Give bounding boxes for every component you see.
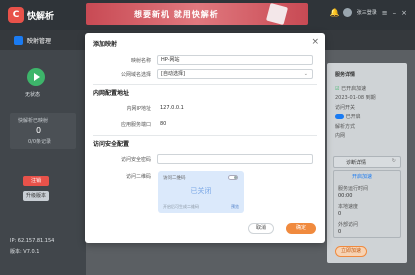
add-mapping-dialog: 添加映射 × 映射名称 HP-网站 公网域名选择 [自动选择] ⌄ 内网配置地址 … [85, 33, 325, 243]
banner-text: 想要新机 就用快解析 [134, 10, 219, 19]
tab-mapping[interactable]: 映射管理 [14, 32, 51, 48]
password-input[interactable] [157, 154, 313, 164]
service-name-input[interactable]: HP-网站 [157, 55, 313, 65]
rp-title: 服务详情 [335, 72, 356, 78]
app-logo: C 快解析 [8, 7, 54, 23]
ip-label: IP: 62.157.81.154 [10, 238, 55, 244]
port-input[interactable]: 80 [160, 121, 166, 127]
rp-checkbox[interactable]: ☑ 已开启加速 [335, 85, 366, 92]
stat-card: 快解析已映射 0 0/0条记录 [10, 113, 76, 149]
port-label: 应用服务端口 [120, 122, 151, 128]
dialog-title: 添加映射 [93, 41, 118, 48]
rp-label-a: 访问开关 [335, 105, 356, 111]
rp-date: 2023-01-08 到期 [335, 95, 376, 101]
public-domain-label: 公网域名选择 [120, 72, 151, 78]
play-icon[interactable] [27, 68, 45, 86]
rp-stat3-value: 0 [338, 229, 342, 235]
qr-hint: 开启后可生成二维码 [163, 204, 199, 209]
rp-sub-label[interactable]: 开启加速 [352, 173, 372, 180]
rp-label-c: 解析方式 [335, 124, 356, 130]
close-window-icon[interactable]: × [401, 9, 407, 17]
rp-stat1-value: 00:00 [338, 193, 353, 199]
rp-stat2-value: 0 [338, 211, 342, 217]
chevron-down-icon: ⌄ [303, 71, 308, 77]
close-icon[interactable]: × [311, 37, 319, 47]
version-label: 版本: V7.0.1 [10, 249, 40, 255]
menu-icon[interactable]: ≡ [382, 9, 388, 17]
qr-status: 已关闭 [190, 187, 212, 195]
upgrade-button[interactable]: 升级版本 [23, 191, 49, 201]
service-name-label: 映射名称 [130, 58, 151, 64]
rp-speedup-button[interactable]: 立即加速 [335, 246, 367, 257]
stat-value: 0 [36, 126, 42, 135]
intranet-ip-input[interactable]: 127.0.0.1 [160, 105, 184, 111]
minimize-icon[interactable]: – [393, 9, 397, 17]
rp-button-label: 诊断详情 [346, 160, 367, 166]
left-sidebar: 无状态 快解析已映射 0 0/0条记录 注销 升级版本 IP: 62.157.8… [0, 50, 86, 275]
bell-icon[interactable]: 🔔 [330, 8, 340, 17]
rp-stat1-label: 服务运行时间 [338, 186, 369, 192]
rp-stat2-label: 本地速度 [338, 204, 359, 210]
status-text: 无状态 [25, 92, 41, 98]
qr-preview-link[interactable]: 预览 [231, 204, 239, 210]
public-domain-select[interactable]: [自动选择] ⌄ [157, 69, 313, 79]
avatar[interactable] [342, 8, 352, 17]
right-panel: 服务详情 ☑ 已开启加速 2023-01-08 到期 访问开关 已开启 解析方式… [327, 63, 407, 263]
rp-diagnose-button[interactable]: 诊断详情 ↻ [333, 156, 401, 168]
banner-graphic [265, 3, 289, 25]
title-bar: C 快解析 想要新机 就用快解析 🔔 张三登录 ≡ – × [0, 0, 415, 30]
qr-label: 访问二维码 [125, 174, 151, 180]
cancel-button[interactable]: 取消 [248, 223, 274, 234]
logo-icon: C [8, 7, 24, 23]
password-label: 访问安全密码 [120, 157, 151, 163]
security-section-title: 访问安全配置 [93, 141, 130, 148]
app-name: 快解析 [27, 11, 55, 22]
qr-card-title: 访问二维码 [163, 176, 186, 181]
rp-toggle[interactable]: 已开启 [335, 113, 361, 120]
divider [93, 84, 317, 85]
refresh-icon[interactable]: ↻ [392, 158, 396, 164]
logout-button[interactable]: 注销 [23, 176, 49, 186]
confirm-button[interactable]: 确定 [286, 223, 316, 234]
service-name-value: HP-网站 [161, 57, 180, 63]
rp-label-b: 已开启 [345, 114, 361, 120]
intranet-section-title: 内网配置地址 [93, 90, 130, 97]
qr-toggle[interactable] [228, 175, 238, 180]
mapping-icon [14, 35, 23, 45]
stat-unit: 0/0条记录 [28, 139, 52, 145]
titlebar-right: 🔔 张三登录 ≡ – × [330, 8, 407, 17]
divider [93, 135, 317, 136]
public-domain-value: [自动选择] [161, 71, 185, 77]
promo-banner[interactable]: 想要新机 就用快解析 [86, 3, 308, 25]
account-name[interactable]: 张三登录 [357, 9, 377, 16]
qr-card: 访问二维码 已关闭 开启后可生成二维码 预览 [158, 171, 244, 213]
tab-label: 映射管理 [27, 37, 52, 45]
rp-label-d: 内网 [335, 133, 346, 139]
stat-label: 快解析已映射 [18, 118, 49, 124]
rp-checkbox-label: 已开启加速 [341, 86, 367, 92]
intranet-ip-label: 内网IP地址 [126, 106, 152, 112]
rp-stats: 开启加速 服务运行时间 00:00 本地速度 0 外部访问 0 [333, 170, 401, 238]
rp-stat3-label: 外部访问 [338, 222, 359, 228]
